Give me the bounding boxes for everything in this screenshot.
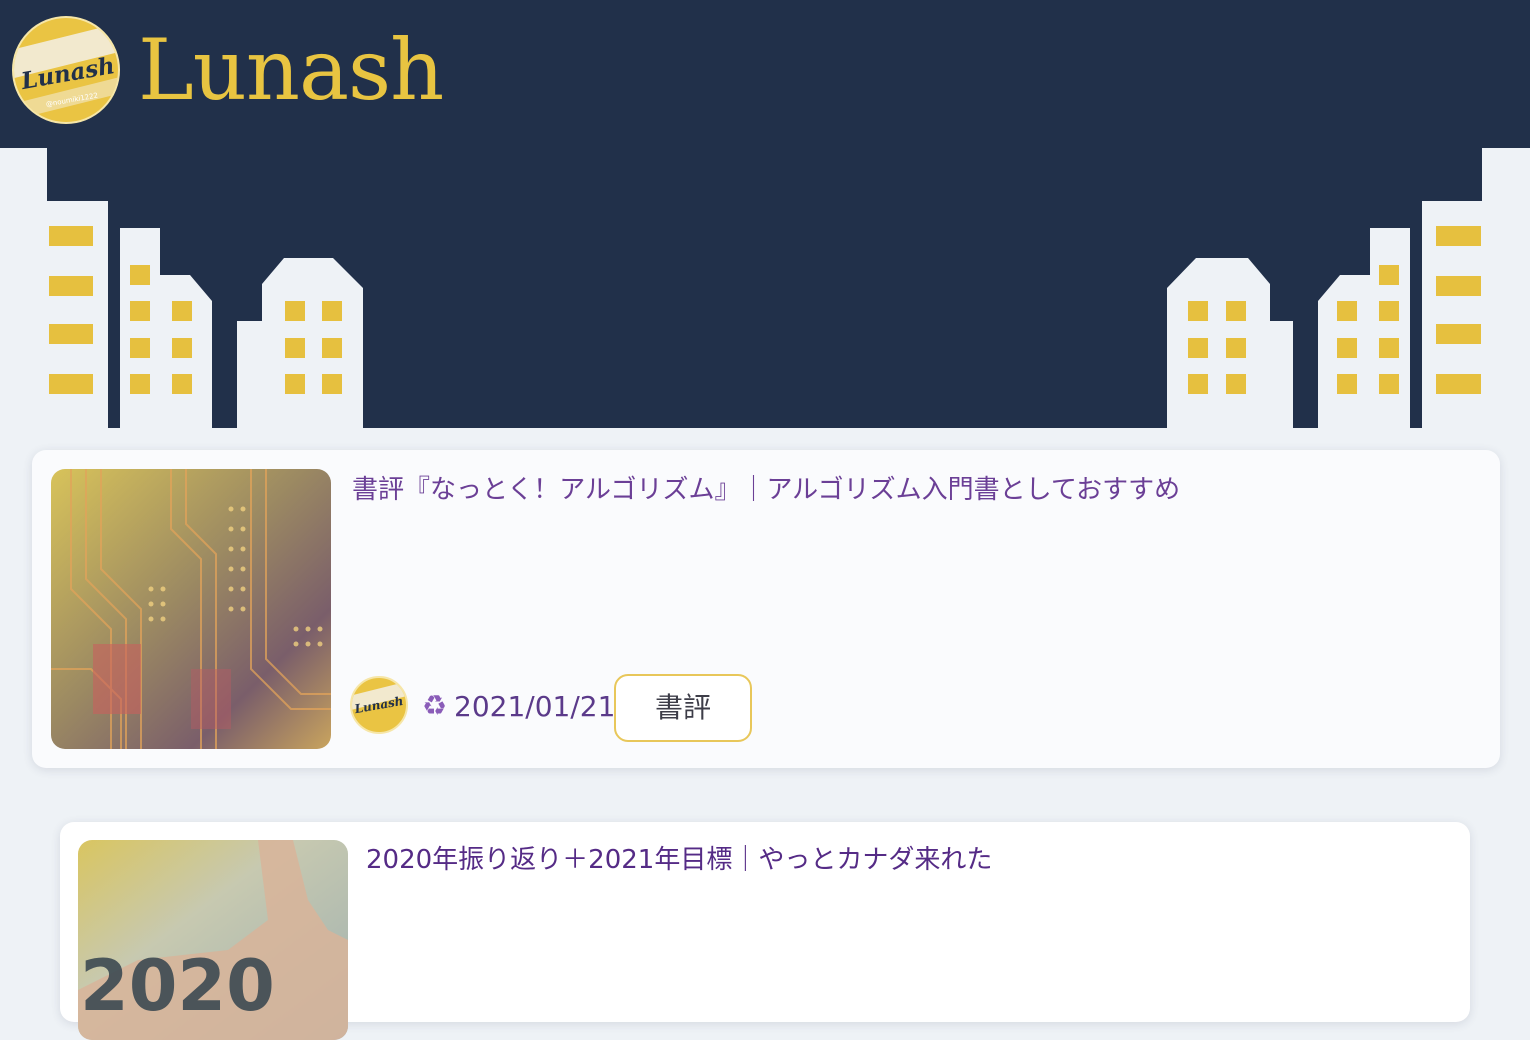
post-title[interactable]: 2020年振り返り＋2021年目標｜やっとカナダ来れた [366,842,992,878]
post-thumbnail[interactable]: 2020 [78,840,348,1040]
site-title[interactable]: Lunash [138,14,444,126]
post-card[interactable]: 2020 2020年振り返り＋2021年目標｜やっとカナダ来れた [60,822,1470,1040]
circuit-board-image [51,469,331,749]
author-avatar[interactable]: Lunash [350,676,408,734]
post-title[interactable]: 書評『なっとく！アルゴリズム』｜アルゴリズム入門書としておすすめ [352,472,1180,508]
city-skyline-hero [0,148,1530,428]
site-header: Lunash @noumiki1222 Lunash [0,0,1530,148]
site-logo[interactable]: Lunash @noumiki1222 [12,16,120,124]
post-date: 2021/01/21 [454,690,616,723]
numbers-2020-graphic: 2020 [80,945,275,1027]
hand-holding-2020-numbers-image: 2020 [78,840,348,1040]
post-card[interactable]: 書評『なっとく！アルゴリズム』｜アルゴリズム入門書としておすすめ Lunash … [32,450,1500,768]
post-thumbnail[interactable] [51,469,331,749]
recycle-icon: ♻ [422,689,448,722]
category-tag[interactable]: 書評 [614,674,752,742]
